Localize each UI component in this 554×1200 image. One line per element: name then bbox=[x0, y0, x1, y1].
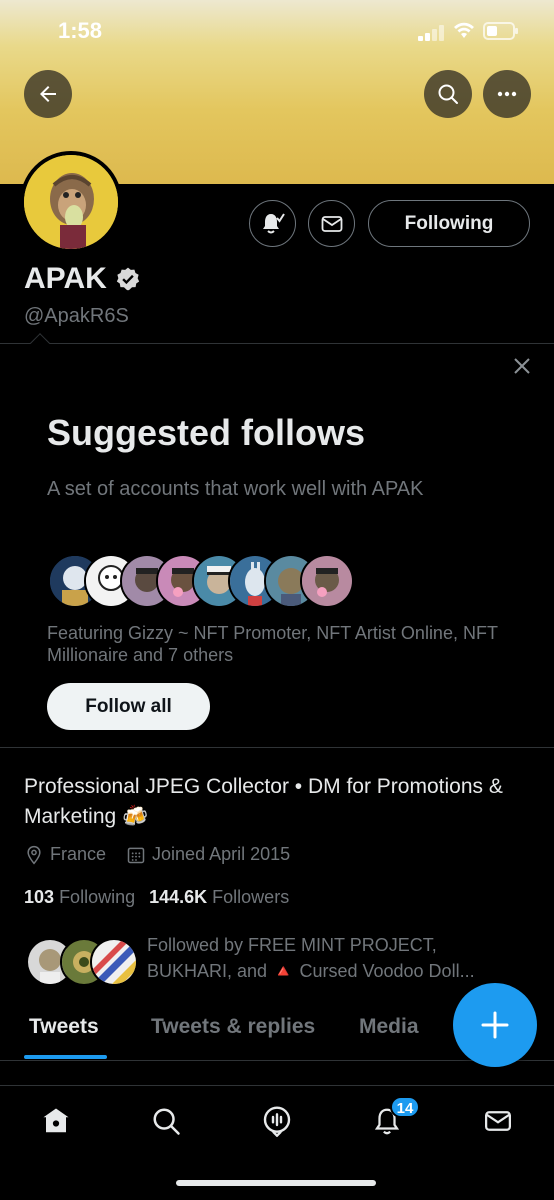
suggested-follows-title: Suggested follows bbox=[47, 412, 366, 453]
profile-name: APAK bbox=[24, 262, 107, 295]
tab-tweets-and-replies[interactable]: Tweets & replies bbox=[151, 1015, 315, 1039]
suggested-follows-subtitle: A set of accounts that work well with AP… bbox=[47, 478, 424, 500]
following-count: 103 bbox=[24, 887, 55, 907]
search-button[interactable] bbox=[424, 70, 472, 118]
follow-all-button[interactable]: Follow all bbox=[47, 683, 210, 730]
status-bar: 1:58 bbox=[0, 0, 554, 60]
envelope-icon bbox=[321, 215, 342, 232]
active-tab-indicator bbox=[24, 1055, 107, 1059]
back-button[interactable] bbox=[24, 70, 72, 118]
divider bbox=[0, 747, 554, 748]
signal-icon bbox=[418, 25, 444, 41]
suggested-avatars[interactable] bbox=[48, 554, 354, 608]
notifications-subscribe-button[interactable] bbox=[249, 200, 296, 247]
nav-messages[interactable] bbox=[478, 1101, 518, 1141]
tooltip-notch bbox=[30, 333, 50, 353]
more-options-button[interactable] bbox=[483, 70, 531, 118]
profile-bio: Professional JPEG Collector • DM for Pro… bbox=[24, 775, 503, 828]
profile-avatar[interactable] bbox=[20, 151, 122, 253]
location-pin-icon bbox=[27, 845, 41, 864]
divider bbox=[0, 343, 554, 344]
verified-badge-icon bbox=[116, 267, 139, 291]
follow-counts: 103 Following 144.6K Followers bbox=[24, 887, 289, 908]
calendar-icon bbox=[127, 847, 145, 863]
message-button[interactable] bbox=[308, 200, 355, 247]
featuring-text: Featuring Gizzy ~ NFT Promoter, NFT Arti… bbox=[47, 623, 498, 665]
ape-avatar-image bbox=[24, 155, 118, 249]
profile-handle: @ApakR6S bbox=[24, 305, 129, 327]
envelope-icon bbox=[485, 1111, 511, 1131]
followed-by-avatars[interactable] bbox=[26, 938, 138, 986]
profile-meta: France Joined April 2015 bbox=[24, 844, 310, 865]
followed-by-text[interactable]: Followed by FREE MINT PROJECT, BUKHARI, … bbox=[147, 932, 497, 984]
search-icon bbox=[438, 84, 458, 104]
plus-icon bbox=[481, 1011, 509, 1039]
battery-icon bbox=[483, 22, 518, 40]
following-button[interactable]: Following bbox=[368, 200, 530, 247]
more-horizontal-icon bbox=[497, 91, 517, 97]
following-count-link[interactable]: 103 Following bbox=[24, 887, 135, 908]
following-label: Following bbox=[59, 887, 136, 907]
followers-count-link[interactable]: 144.6K Followers bbox=[149, 887, 289, 908]
joined-item: Joined April 2015 bbox=[126, 844, 290, 865]
wifi-icon bbox=[454, 22, 474, 38]
joined-text: Joined April 2015 bbox=[152, 844, 291, 864]
followers-label: Followers bbox=[212, 887, 290, 907]
profile-name-row: APAK bbox=[24, 262, 141, 296]
divider bbox=[0, 1060, 554, 1061]
arrow-left-icon bbox=[40, 86, 56, 102]
suggested-avatar bbox=[300, 554, 354, 608]
bell-check-icon bbox=[262, 212, 285, 233]
compose-tweet-button[interactable] bbox=[453, 983, 537, 1067]
location-item: France bbox=[24, 844, 106, 865]
nav-home[interactable] bbox=[36, 1101, 76, 1141]
search-icon bbox=[153, 1108, 180, 1135]
followed-by-avatar bbox=[90, 938, 138, 986]
nav-search[interactable] bbox=[146, 1101, 186, 1141]
home-indicator bbox=[176, 1180, 376, 1186]
tab-tweets[interactable]: Tweets bbox=[29, 1015, 99, 1039]
close-icon[interactable] bbox=[510, 354, 534, 378]
followers-count: 144.6K bbox=[149, 887, 208, 907]
notifications-badge: 14 bbox=[390, 1096, 420, 1118]
microphone-spaces-icon bbox=[263, 1106, 291, 1137]
home-icon bbox=[43, 1108, 69, 1133]
location-text: France bbox=[50, 844, 107, 864]
tab-media[interactable]: Media bbox=[359, 1015, 419, 1039]
nav-spaces[interactable] bbox=[257, 1101, 297, 1141]
status-time: 1:58 bbox=[58, 18, 103, 43]
